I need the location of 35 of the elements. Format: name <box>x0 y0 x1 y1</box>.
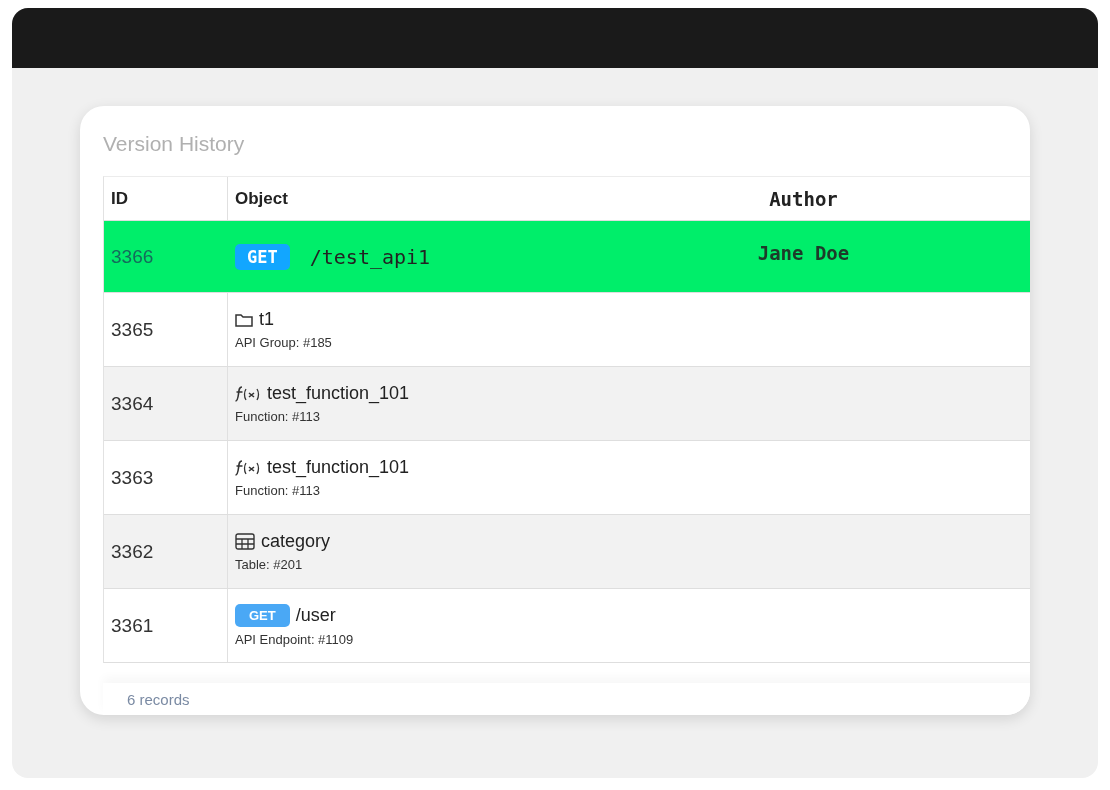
function-icon <box>235 384 261 403</box>
id-cell: 3361 <box>111 614 154 637</box>
table-row[interactable]: 3366 GET /test_api1 Jane Doe <box>104 221 1030 293</box>
object-subtitle: Function: #113 <box>235 483 321 498</box>
method-badge: GET <box>235 243 290 270</box>
author-cell: Jane Doe <box>757 241 850 264</box>
folder-icon <box>235 312 253 327</box>
column-header: ID <box>111 188 128 209</box>
id-cell: 3364 <box>111 392 154 415</box>
column-header: Author <box>769 187 838 210</box>
object-subtitle: Table: #201 <box>235 557 303 572</box>
table-row[interactable]: 3362 category Table: #201 <box>104 515 1030 589</box>
table-row[interactable]: 3363 test_function_101 Function: #113 <box>104 441 1030 515</box>
id-cell: 3365 <box>111 318 154 341</box>
object-subtitle: API Group: #185 <box>235 335 332 350</box>
object-subtitle: API Endpoint: #1109 <box>235 632 354 647</box>
object-subtitle: Function: #113 <box>235 409 321 424</box>
id-cell: 3362 <box>111 540 154 563</box>
object-name: test_function_101 <box>267 383 410 404</box>
table-row[interactable]: 3361 GET /user API Endpoint: #1109 <box>104 589 1030 663</box>
object-name: test_function_101 <box>267 457 410 478</box>
table-row[interactable]: 3364 test_function_101 Function: #113 <box>104 367 1030 441</box>
table-icon <box>235 533 255 550</box>
object-name: /test_api1 <box>309 244 431 269</box>
table-row[interactable]: 3365 t1 API Group: #185 <box>104 293 1030 367</box>
object-name: t1 <box>259 309 274 330</box>
object-name: category <box>261 531 331 552</box>
object-name: /user <box>295 605 336 626</box>
id-cell: 3363 <box>111 466 154 489</box>
id-cell: 3366 <box>111 245 154 268</box>
panel-title: Version History <box>103 132 246 156</box>
function-icon <box>235 458 261 477</box>
method-badge: GET <box>235 604 290 627</box>
column-header: Object <box>235 188 288 209</box>
record-count: 6 records <box>127 691 190 708</box>
